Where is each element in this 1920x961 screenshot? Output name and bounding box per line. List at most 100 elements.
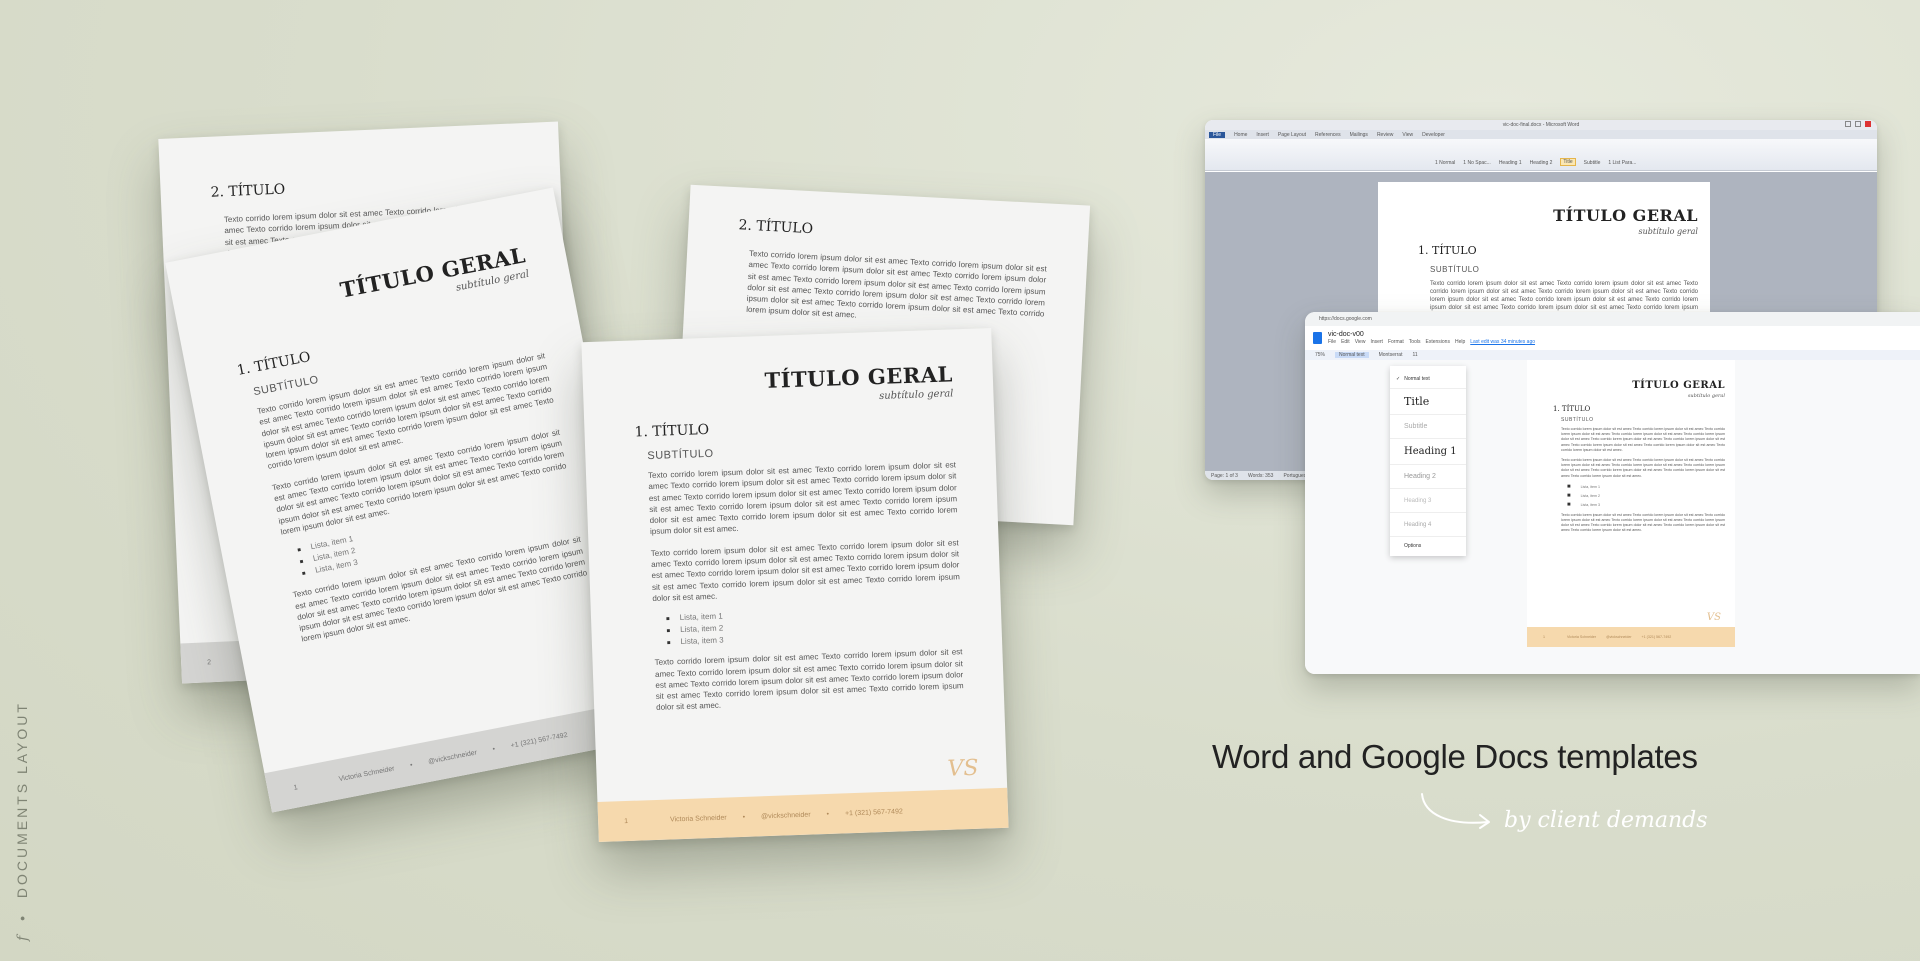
word-doc-subtitle: subtítulo geral <box>1638 227 1698 236</box>
style-heading-1[interactable]: Heading 1 <box>1499 160 1522 166</box>
monogram-icon: VS <box>1706 612 1721 623</box>
gdocs-doc-subtitle: subtítulo geral <box>1687 393 1725 399</box>
gdocs-doc-paragraph: Texto corrido lorem ipsum dolor sit est … <box>1561 512 1725 533</box>
side-letter: f <box>15 935 31 941</box>
menu-view[interactable]: View <box>1355 339 1366 345</box>
style-option-title[interactable]: Title <box>1390 388 1466 414</box>
word-tab-references[interactable]: References <box>1315 132 1341 138</box>
word-tab-home[interactable]: Home <box>1234 132 1247 138</box>
word-tab-view[interactable]: View <box>1402 132 1413 138</box>
list-item: Lista, item 3 <box>1567 502 1725 508</box>
status-page: Page: 1 of 3 <box>1211 472 1238 479</box>
gdocs-toolbar: 75% Normal text Montserrat 11 <box>1305 350 1920 360</box>
style-option-heading-1[interactable]: Heading 1 <box>1390 438 1466 464</box>
caption-tagline: by client demands <box>1504 808 1708 833</box>
menu-extensions[interactable]: Extensions <box>1425 339 1449 345</box>
maximize-icon[interactable] <box>1855 121 1861 127</box>
style-option-heading-2[interactable]: Heading 2 <box>1390 464 1466 488</box>
style-option-options[interactable]: Options <box>1390 536 1466 554</box>
style-no-spacing[interactable]: 1 No Spac... <box>1463 160 1491 166</box>
curved-arrow-icon <box>1421 793 1490 829</box>
style-normal[interactable]: 1 Normal <box>1435 160 1455 166</box>
word-doc-subheading: SUBTÍTULO <box>1430 265 1480 274</box>
style-option-label: Options <box>1404 542 1422 549</box>
body-paragraph: Texto corrido lorem ipsum dolor sit est … <box>654 647 964 713</box>
section-subheading: SUBTÍTULO <box>647 447 714 463</box>
list-item: Lista, item 2 <box>1567 493 1725 499</box>
document-page-front: TÍTULO GERAL subtítulo geral 1. TÍTULO S… <box>581 327 1009 843</box>
last-edit-link[interactable]: Last edit was 34 minutes ago <box>1470 339 1535 345</box>
gdocs-page-footer: 1 Victoria Schneider @vickschneider +1 (… <box>1527 627 1735 647</box>
body-paragraph: Texto corrido lorem ipsum dolor sit est … <box>650 538 960 603</box>
check-icon: ✓ <box>1396 376 1401 382</box>
monogram-icon: VS <box>947 755 979 782</box>
close-icon[interactable] <box>1865 121 1871 127</box>
style-heading-2[interactable]: Heading 2 <box>1530 160 1553 166</box>
gdocs-window: https://docs.google.com vic-doc-v00 File… <box>1305 312 1920 674</box>
window-controls <box>1845 121 1871 127</box>
style-option-heading-4[interactable]: Heading 4 <box>1390 512 1466 536</box>
styles-dropdown: ✓ Normal text Title Subtitle Heading 1 He… <box>1390 366 1466 556</box>
side-label: f • DOCUMENTS LAYOUT <box>14 693 31 941</box>
menu-help[interactable]: Help <box>1455 339 1465 345</box>
zoom-select[interactable]: 75% <box>1315 352 1325 358</box>
menu-tools[interactable]: Tools <box>1409 339 1421 345</box>
word-tab-page-layout[interactable]: Page Layout <box>1278 132 1306 138</box>
page-number: 1 <box>1543 635 1545 639</box>
gdocs-doc-subheading: SUBTÍTULO <box>1561 417 1594 423</box>
style-option-label: Title <box>1404 395 1430 408</box>
word-tab-review[interactable]: Review <box>1377 132 1393 138</box>
gdocs-doc-title: TÍTULO GERAL <box>1632 380 1725 391</box>
style-option-label: Heading 4 <box>1404 521 1432 528</box>
page-number: 1 <box>293 783 299 792</box>
word-tab-insert[interactable]: Insert <box>1256 132 1269 138</box>
style-select[interactable]: Normal text <box>1335 352 1369 358</box>
gdocs-doc-paragraph: Texto corrido lorem ipsum dolor sit est … <box>1561 458 1725 478</box>
word-tab-file[interactable]: File <box>1209 131 1226 138</box>
side-dot: • <box>14 913 30 921</box>
word-ribbon: 1 Normal 1 No Spac... Heading 1 Heading … <box>1205 139 1877 171</box>
gdocs-header: vic-doc-v00 File Edit View Insert Format… <box>1305 326 1920 350</box>
menu-edit[interactable]: Edit <box>1341 339 1350 345</box>
body-paragraph: Texto corrido lorem ipsum dolor sit est … <box>647 460 958 537</box>
style-option-label: Heading 1 <box>1404 446 1457 457</box>
style-subtitle[interactable]: Subtitle <box>1584 160 1601 166</box>
menu-file[interactable]: File <box>1328 339 1336 345</box>
style-option-label: Heading 3 <box>1404 497 1432 504</box>
page-number: 1 <box>624 817 629 825</box>
footer-handle: @vickschneider <box>760 811 811 820</box>
style-option-normal[interactable]: ✓ Normal text <box>1390 370 1466 388</box>
footer-author: Victoria Schneider <box>1567 635 1597 639</box>
style-option-subtitle[interactable]: Subtitle <box>1390 414 1466 438</box>
word-tab-mailings[interactable]: Mailings <box>1350 132 1368 138</box>
gdocs-bullet-list: Lista, item 1 Lista, item 2 Lista, item … <box>1567 484 1725 508</box>
gdocs-menu-bar: File Edit View Insert Format Tools Exten… <box>1328 339 1535 345</box>
word-doc-title: TÍTULO GERAL <box>1553 206 1698 225</box>
browser-bar: https://docs.google.com <box>1305 312 1920 326</box>
style-option-heading-3[interactable]: Heading 3 <box>1390 488 1466 512</box>
style-option-label: Normal text <box>1404 376 1430 382</box>
menu-format[interactable]: Format <box>1388 339 1404 345</box>
footer-phone: +1 (321) 567-7492 <box>844 807 903 817</box>
style-title[interactable]: Title <box>1560 158 1576 166</box>
word-tab-developer[interactable]: Developer <box>1422 132 1445 138</box>
page-heading: 2. TÍTULO <box>738 217 814 238</box>
footer-dot: • <box>742 813 746 821</box>
gdocs-canvas: ✓ Normal text Title Subtitle Heading 1 He… <box>1305 360 1920 674</box>
word-ribbon-tabs: File Home Insert Page Layout References … <box>1205 130 1877 139</box>
footer-dot: • <box>826 810 830 818</box>
gdocs-filename[interactable]: vic-doc-v00 <box>1328 331 1535 338</box>
side-text: DOCUMENTS LAYOUT <box>14 701 30 899</box>
style-option-label: Subtitle <box>1404 423 1428 430</box>
page-heading: 2. TÍTULO <box>210 181 286 201</box>
footer-dot: • <box>491 745 496 753</box>
font-size-input[interactable]: 11 <box>1412 352 1417 358</box>
minimize-icon[interactable] <box>1845 121 1851 127</box>
gdocs-logo-icon[interactable] <box>1313 332 1322 344</box>
font-select[interactable]: Montserrat <box>1379 352 1403 358</box>
menu-insert[interactable]: Insert <box>1370 339 1383 345</box>
list-item: Lista, item 1 <box>1567 484 1725 490</box>
style-list-paragraph[interactable]: 1 List Para... <box>1608 160 1636 166</box>
url-text[interactable]: https://docs.google.com <box>1319 316 1372 322</box>
page-number: 2 <box>207 658 212 666</box>
